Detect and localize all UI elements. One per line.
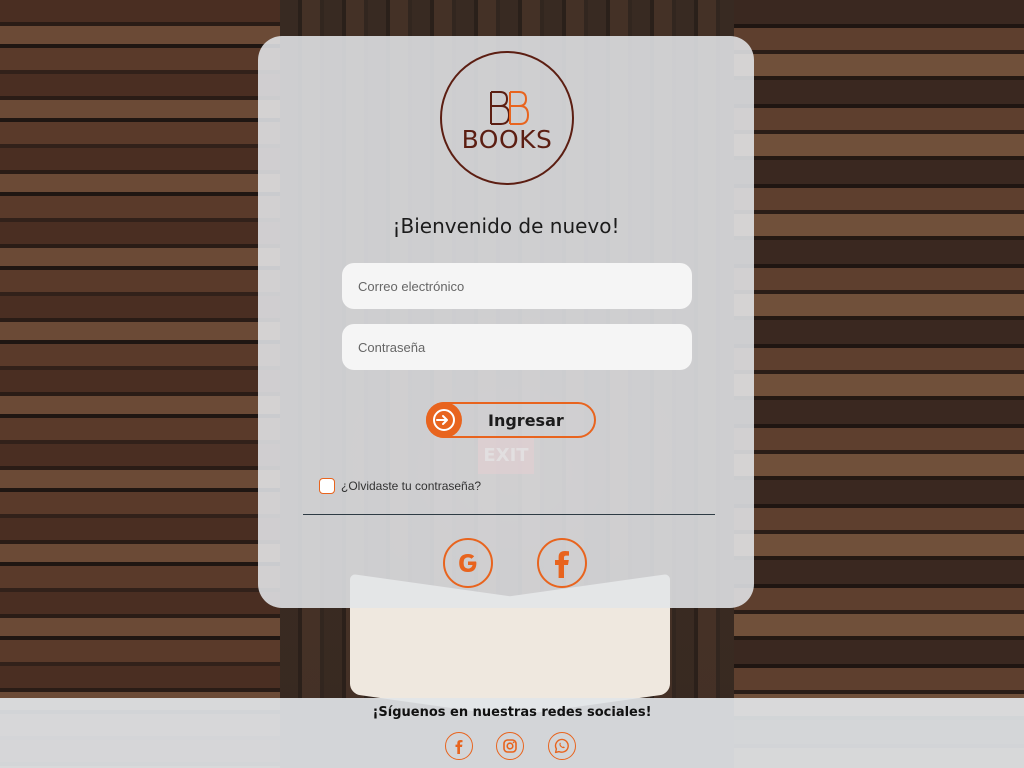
login-card: BOOKS ¡Bienvenido de nuevo! Ingresar ¿Ol…: [258, 36, 754, 608]
login-button-label: Ingresar: [488, 411, 564, 430]
login-button[interactable]: Ingresar: [426, 402, 596, 438]
footer-facebook-link[interactable]: [445, 732, 473, 760]
footer-title: ¡Síguenos en nuestras redes sociales!: [372, 705, 652, 720]
footer-instagram-link[interactable]: [496, 732, 524, 760]
facebook-icon: [455, 740, 463, 754]
whatsapp-icon: [554, 738, 569, 754]
bookshelf-right: [734, 0, 1024, 768]
email-input[interactable]: [342, 263, 692, 309]
forgot-password-row: ¿Olvidaste tu contraseña?: [319, 477, 481, 495]
google-login-button[interactable]: [443, 538, 493, 588]
welcome-heading: ¡Bienvenido de nuevo!: [392, 214, 620, 238]
divider: [303, 514, 715, 515]
facebook-icon: [555, 551, 569, 578]
bookshelf-left: [0, 0, 280, 768]
footer: ¡Síguenos en nuestras redes sociales!: [0, 698, 1024, 768]
forgot-password-link[interactable]: ¿Olvidaste tu contraseña?: [341, 479, 481, 493]
bb-logo-icon: [490, 91, 530, 125]
google-icon: [459, 554, 477, 572]
footer-whatsapp-link[interactable]: [548, 732, 576, 760]
logo-text: BOOKS: [461, 125, 553, 154]
facebook-login-button[interactable]: [537, 538, 587, 588]
password-input[interactable]: [342, 324, 692, 370]
instagram-icon: [503, 739, 517, 753]
forgot-password-checkbox[interactable]: [319, 478, 335, 494]
brand-logo: BOOKS: [440, 51, 574, 185]
login-arrow-icon: [426, 402, 462, 438]
